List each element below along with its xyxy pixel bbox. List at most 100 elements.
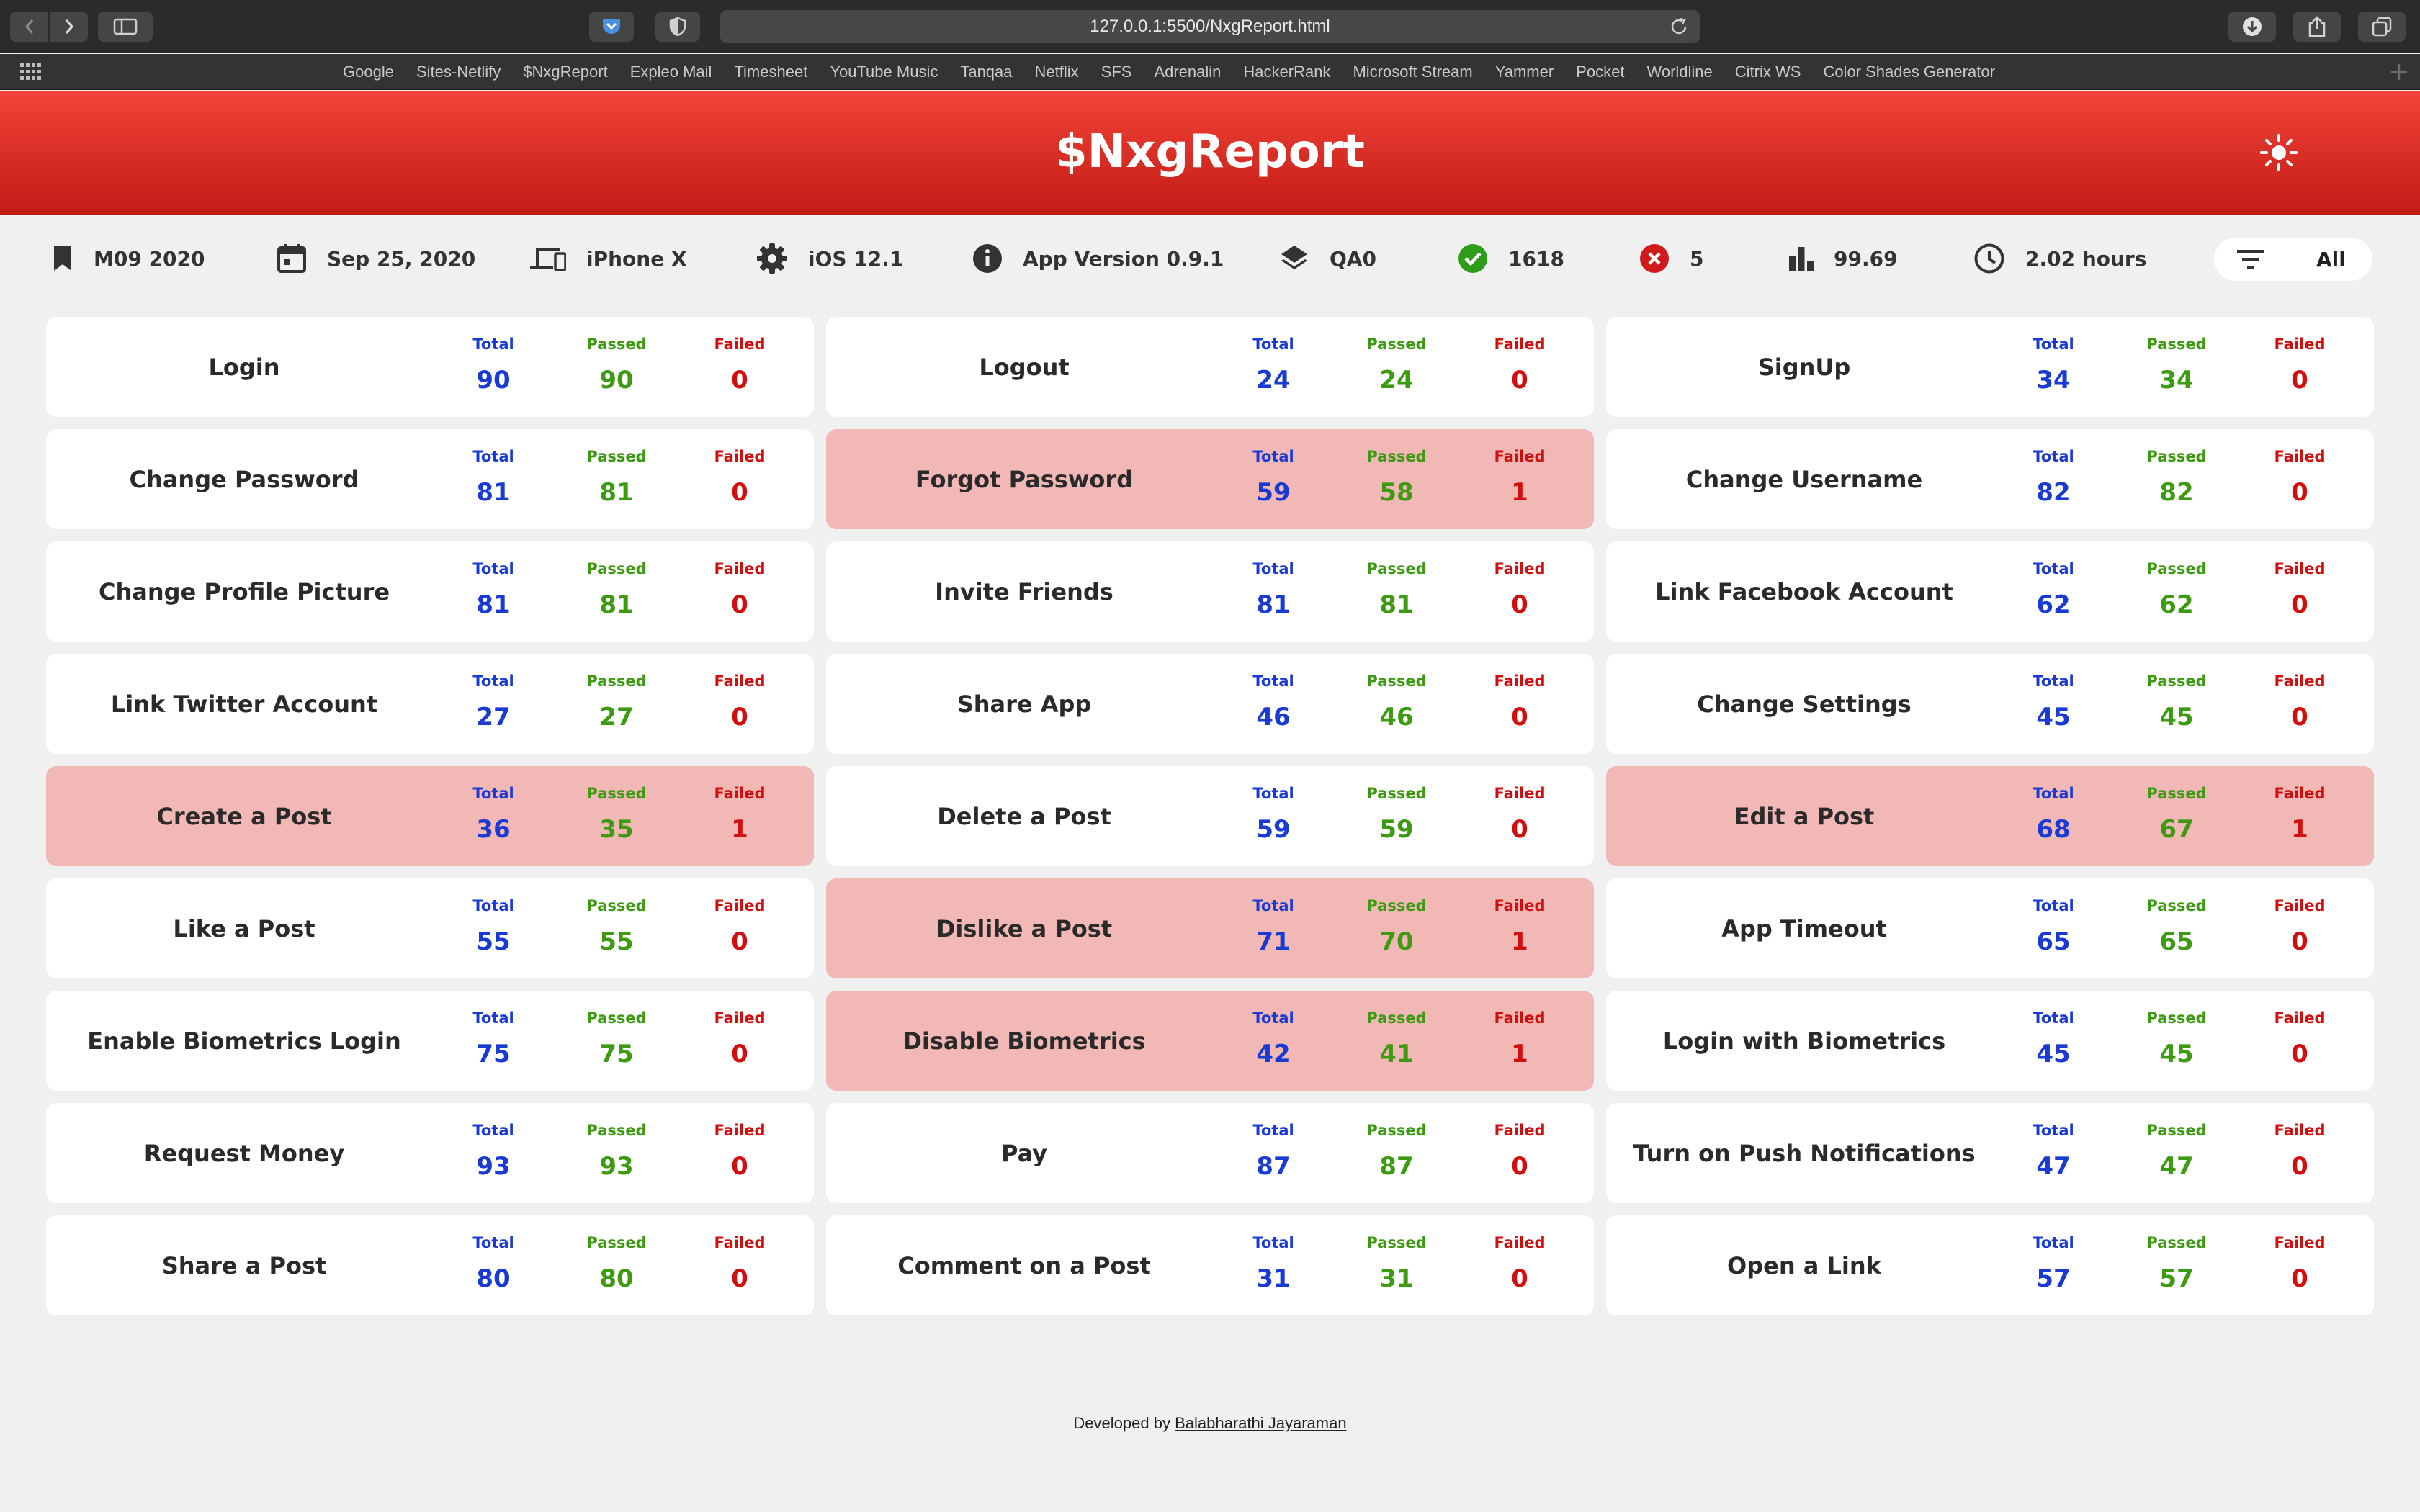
favorite-link[interactable]: YouTube Music bbox=[830, 63, 938, 81]
failed-value: 0 bbox=[731, 1040, 748, 1068]
feature-card[interactable]: Forgot Password Total 59 Passed 58 Failed 1 bbox=[826, 429, 1594, 529]
grid-icon[interactable] bbox=[20, 63, 42, 81]
feature-card[interactable]: Request Money Total 93 Passed 93 Failed 0 bbox=[46, 1103, 814, 1203]
total-label: Total bbox=[1252, 1122, 1294, 1139]
favorite-link[interactable]: Microsoft Stream bbox=[1353, 63, 1472, 81]
forward-button[interactable] bbox=[48, 12, 88, 42]
total-value: 82 bbox=[2036, 478, 2071, 507]
failed-label: Failed bbox=[1494, 1234, 1546, 1251]
total-label: Total bbox=[472, 897, 514, 914]
feature-card[interactable]: Edit a Post Total 68 Passed 67 Failed 1 bbox=[1606, 766, 2374, 866]
passed-value: 93 bbox=[599, 1152, 634, 1181]
passed-label: Passed bbox=[586, 560, 647, 577]
downloads-button[interactable] bbox=[2228, 12, 2276, 42]
passed-value: 45 bbox=[2159, 703, 2194, 732]
reload-icon[interactable] bbox=[1668, 16, 1690, 37]
passed-value: 24 bbox=[1379, 366, 1414, 395]
feature-card[interactable]: Turn on Push Notifications Total 47 Passed 4… bbox=[1606, 1103, 2374, 1203]
pocket-extension-button[interactable] bbox=[589, 12, 634, 42]
feature-card[interactable]: SignUp Total 34 Passed 34 Failed 0 bbox=[1606, 317, 2374, 417]
favorite-link[interactable]: Citrix WS bbox=[1735, 63, 1801, 81]
back-button[interactable] bbox=[10, 12, 48, 42]
favorite-link[interactable]: Adrenalin bbox=[1154, 63, 1221, 81]
feature-card[interactable]: Invite Friends Total 81 Passed 81 Failed 0 bbox=[826, 541, 1594, 642]
total-label: Total bbox=[2033, 1234, 2074, 1251]
failed-label: Failed bbox=[2274, 448, 2326, 465]
favorite-link[interactable]: Timesheet bbox=[734, 63, 807, 81]
feature-card[interactable]: Dislike a Post Total 71 Passed 70 Failed 1 bbox=[826, 878, 1594, 978]
total-label: Total bbox=[2033, 1009, 2074, 1027]
total-label: Total bbox=[472, 1234, 514, 1251]
failed-label: Failed bbox=[714, 897, 766, 914]
favorite-link[interactable]: Sites-Netlify bbox=[416, 63, 501, 81]
passed-label: Passed bbox=[586, 1122, 647, 1139]
feature-card[interactable]: Change Profile Picture Total 81 Passed 81 Fai… bbox=[46, 541, 814, 642]
passed-label: Passed bbox=[2146, 448, 2207, 465]
feature-card[interactable]: Change Password Total 81 Passed 81 Failed 0 bbox=[46, 429, 814, 529]
feature-card[interactable]: Open a Link Total 57 Passed 57 Failed 0 bbox=[1606, 1215, 2374, 1315]
feature-card[interactable]: Link Twitter Account Total 27 Passed 27 Faile… bbox=[46, 654, 814, 754]
feature-card[interactable]: Like a Post Total 55 Passed 55 Failed 0 bbox=[46, 878, 814, 978]
environment-info: QA0 bbox=[1279, 242, 1376, 275]
favorite-link[interactable]: Google bbox=[343, 63, 394, 81]
feature-card[interactable]: Disable Biometrics Total 42 Passed 41 Failed 1 bbox=[826, 991, 1594, 1091]
feature-card[interactable]: Logout Total 24 Passed 24 Failed 0 bbox=[826, 317, 1594, 417]
privacy-button[interactable] bbox=[655, 12, 700, 42]
total-value: 46 bbox=[1256, 703, 1291, 732]
feature-card[interactable]: Create a Post Total 36 Passed 35 Failed 1 bbox=[46, 766, 814, 866]
favorite-link[interactable]: Expleo Mail bbox=[630, 63, 712, 81]
favorite-link[interactable]: Yammer bbox=[1495, 63, 1554, 81]
feature-card[interactable]: Enable Biometrics Login Total 75 Passed 75 Fa… bbox=[46, 991, 814, 1091]
total-value: 81 bbox=[476, 478, 511, 507]
total-value: 42 bbox=[1256, 1040, 1291, 1068]
failed-label: Failed bbox=[2274, 1122, 2326, 1139]
add-tab-icon[interactable] bbox=[2388, 61, 2410, 83]
total-value: 81 bbox=[1256, 590, 1291, 619]
share-button[interactable] bbox=[2293, 12, 2341, 42]
failed-label: Failed bbox=[1494, 336, 1546, 353]
failed-value: 1 bbox=[1511, 927, 1528, 956]
failed-value: 0 bbox=[731, 1264, 748, 1293]
total-label: Total bbox=[2033, 785, 2074, 802]
feature-card[interactable]: Link Facebook Account Total 62 Passed 62 Fail… bbox=[1606, 541, 2374, 642]
feature-card[interactable]: Delete a Post Total 59 Passed 59 Failed 0 bbox=[826, 766, 1594, 866]
passed-label: Passed bbox=[2146, 1234, 2207, 1251]
passed-value: 81 bbox=[599, 478, 634, 507]
favorite-link[interactable]: SFS bbox=[1101, 63, 1132, 81]
feature-card[interactable]: Comment on a Post Total 31 Passed 31 Failed 0 bbox=[826, 1215, 1594, 1315]
feature-card[interactable]: Share a Post Total 80 Passed 80 Failed 0 bbox=[46, 1215, 814, 1315]
feature-card[interactable]: App Timeout Total 65 Passed 65 Failed 0 bbox=[1606, 878, 2374, 978]
favorite-link[interactable]: Color Shades Generator bbox=[1823, 63, 1994, 81]
feature-card[interactable]: Change Username Total 82 Passed 82 Failed 0 bbox=[1606, 429, 2374, 529]
failed-label: Failed bbox=[1494, 560, 1546, 577]
filter-value: All bbox=[2316, 247, 2346, 271]
feature-name: Change Profile Picture bbox=[98, 577, 390, 606]
passed-label: Passed bbox=[1366, 785, 1427, 802]
address-bar[interactable]: 127.0.0.1:5500/NxgReport.html bbox=[720, 10, 1700, 43]
feature-card[interactable]: Pay Total 87 Passed 87 Failed 0 bbox=[826, 1103, 1594, 1203]
sidebar-toggle-button[interactable] bbox=[98, 12, 153, 42]
filter-dropdown[interactable]: All bbox=[2214, 238, 2372, 281]
favorite-link[interactable]: Pocket bbox=[1576, 63, 1624, 81]
favorite-link[interactable]: Tanqaa bbox=[960, 63, 1012, 81]
sidebar-icon bbox=[113, 18, 138, 35]
feature-card[interactable]: Share App Total 46 Passed 46 Failed 0 bbox=[826, 654, 1594, 754]
favorite-link[interactable]: Netflix bbox=[1035, 63, 1079, 81]
total-label: Total bbox=[1252, 336, 1294, 353]
favorite-link[interactable]: $NxgReport bbox=[523, 63, 607, 81]
total-value: 55 bbox=[476, 927, 511, 956]
feature-name: Change Username bbox=[1685, 465, 1923, 493]
failed-value: 0 bbox=[2291, 366, 2308, 395]
favorite-link[interactable]: HackerRank bbox=[1243, 63, 1330, 81]
passed-label: Passed bbox=[1366, 560, 1427, 577]
feature-card[interactable]: Login with Biometrics Total 45 Passed 45 Fail… bbox=[1606, 991, 2374, 1091]
failed-label: Failed bbox=[1494, 448, 1546, 465]
feature-card[interactable]: Change Settings Total 45 Passed 45 Failed 0 bbox=[1606, 654, 2374, 754]
passed-label: Passed bbox=[1366, 897, 1427, 914]
author-link[interactable]: Balabharathi Jayaraman bbox=[1175, 1414, 1346, 1432]
sun-icon[interactable] bbox=[2257, 131, 2300, 174]
feature-name: Edit a Post bbox=[1734, 802, 1875, 830]
tab-overview-button[interactable] bbox=[2358, 12, 2406, 42]
favorite-link[interactable]: Worldline bbox=[1646, 63, 1712, 81]
feature-card[interactable]: Login Total 90 Passed 90 Failed 0 bbox=[46, 317, 814, 417]
